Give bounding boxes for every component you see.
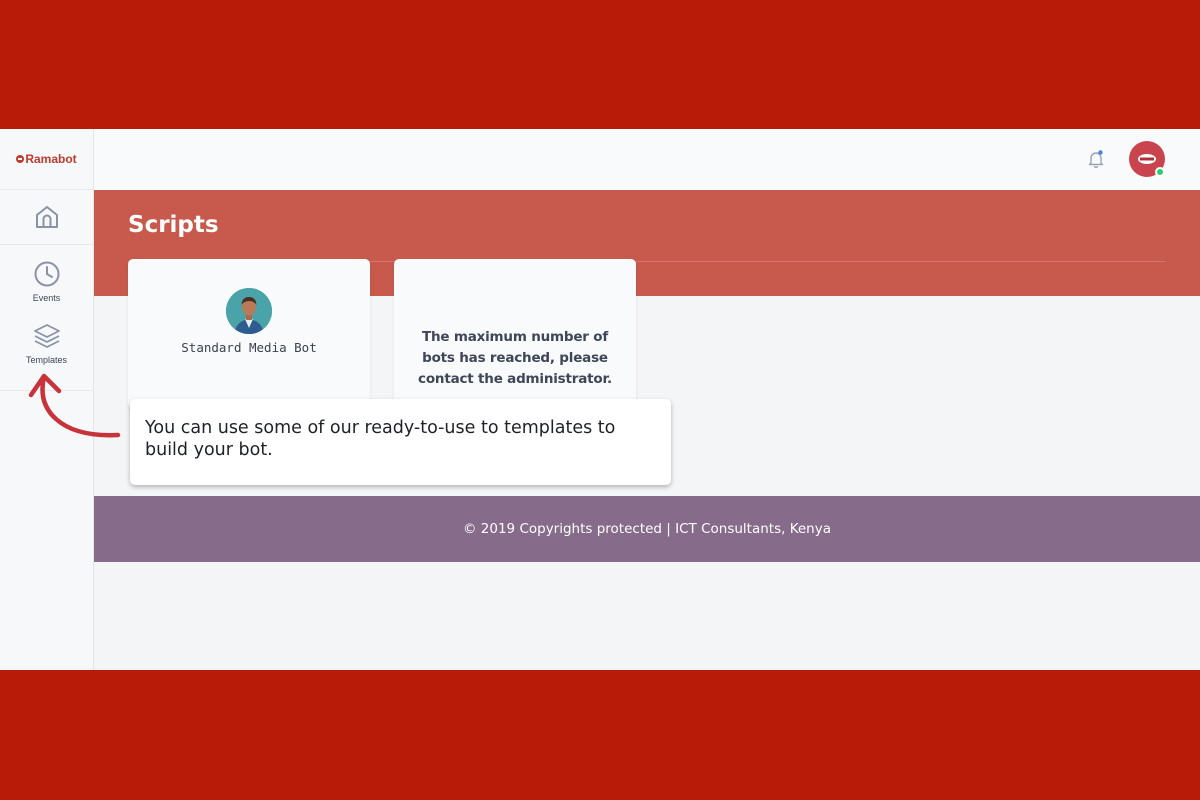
top-bar <box>94 129 1200 190</box>
onboarding-tooltip: You can use some of our ready-to-use to … <box>130 399 671 485</box>
avatar-mouth-icon <box>1138 154 1156 164</box>
bot-card[interactable]: Standard Media Bot <box>128 259 370 409</box>
page-title: Scripts <box>128 212 219 238</box>
page-footer: © 2019 Copyrights protected | ICT Consul… <box>94 496 1200 562</box>
online-status-dot <box>1155 167 1165 177</box>
annotation-arrow-icon <box>28 373 121 438</box>
bot-name: Standard Media Bot <box>181 340 317 355</box>
bot-limit-message: The maximum number of bots has reached, … <box>418 329 612 387</box>
person-avatar-icon <box>226 288 272 334</box>
tooltip-text: You can use some of our ready-to-use to … <box>145 418 616 460</box>
app-window: Ramabot Events Templates Scripts Standar… <box>0 129 1200 670</box>
bot-limit-card: The maximum number of bots has reached, … <box>394 259 636 409</box>
bot-avatar <box>226 288 272 334</box>
footer-copyright: © 2019 Copyrights protected | ICT Consul… <box>463 521 831 537</box>
bell-icon[interactable] <box>1086 149 1106 169</box>
